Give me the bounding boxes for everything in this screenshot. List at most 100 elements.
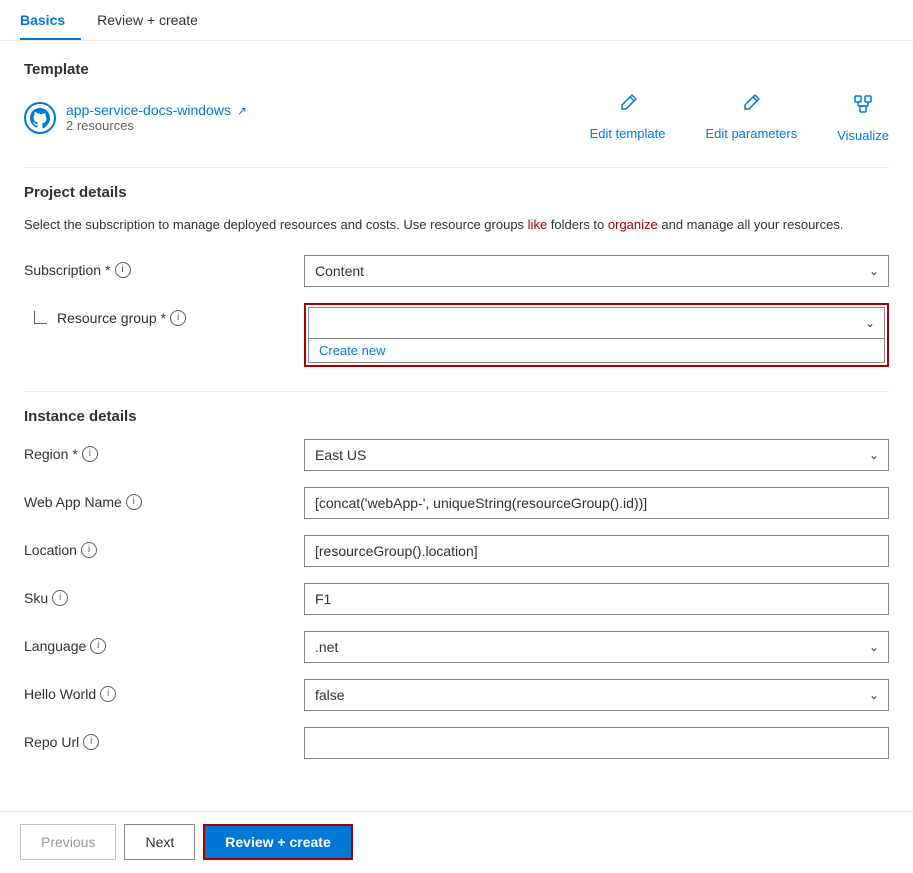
project-details-description: Select the subscription to manage deploy… xyxy=(24,215,889,235)
region-select[interactable]: East US xyxy=(304,439,889,471)
location-input[interactable] xyxy=(304,535,889,567)
region-control: East US ⌄ xyxy=(304,439,889,471)
template-actions: Edit template Edit parameters xyxy=(590,92,889,143)
resource-group-select[interactable] xyxy=(308,307,885,339)
resource-group-inner: ⌄ Create new xyxy=(308,307,885,363)
sku-info-icon[interactable]: i xyxy=(52,590,68,606)
previous-button[interactable]: Previous xyxy=(20,824,116,860)
visualize-icon xyxy=(851,92,875,122)
repo-url-input[interactable] xyxy=(304,727,889,759)
template-title: Template xyxy=(24,61,889,78)
region-label-text: Region xyxy=(24,446,68,462)
location-info-icon[interactable]: i xyxy=(81,542,97,558)
web-app-name-label: Web App Name i xyxy=(24,487,304,510)
sku-input-wrapper xyxy=(304,583,889,615)
template-section: Template app-service-docs-windows ↗ 2 re… xyxy=(24,61,889,143)
edit-parameters-button[interactable]: Edit parameters xyxy=(705,92,797,143)
location-label-text: Location xyxy=(24,542,77,558)
language-select-wrapper: .net ⌄ xyxy=(304,631,889,663)
language-control: .net ⌄ xyxy=(304,631,889,663)
section-divider-2 xyxy=(24,391,889,392)
edit-parameters-icon xyxy=(740,92,762,120)
footer: Previous Next Review + create xyxy=(0,811,913,872)
hello-world-select[interactable]: false true xyxy=(304,679,889,711)
sku-input[interactable] xyxy=(304,583,889,615)
region-required: * xyxy=(72,446,77,462)
resource-group-control: ⌄ Create new xyxy=(304,303,889,367)
github-icon xyxy=(24,102,56,134)
subscription-row: Subscription * i Content ⌄ xyxy=(24,255,889,287)
language-label-text: Language xyxy=(24,638,86,654)
language-select[interactable]: .net xyxy=(304,631,889,663)
repo-url-info-icon[interactable]: i xyxy=(83,734,99,750)
web-app-name-label-text: Web App Name xyxy=(24,494,122,510)
hello-world-control: false true ⌄ xyxy=(304,679,889,711)
web-app-name-control xyxy=(304,487,889,519)
location-row: Location i xyxy=(24,535,889,567)
sku-control xyxy=(304,583,889,615)
visualize-label: Visualize xyxy=(837,128,889,143)
highlight-organize: organize xyxy=(608,217,658,232)
language-row: Language i .net ⌄ xyxy=(24,631,889,663)
region-info-icon[interactable]: i xyxy=(82,446,98,462)
template-row: app-service-docs-windows ↗ 2 resources xyxy=(24,92,889,143)
instance-details-section: Instance details Region * i East US ⌄ xyxy=(24,408,889,759)
subscription-select-wrapper: Content ⌄ xyxy=(304,255,889,287)
template-link[interactable]: app-service-docs-windows xyxy=(66,102,231,118)
region-label: Region * i xyxy=(24,439,304,462)
resource-group-row: Resource group * i ⌄ Cre xyxy=(24,303,889,367)
edit-template-button[interactable]: Edit template xyxy=(590,92,666,143)
language-label: Language i xyxy=(24,631,304,654)
next-button[interactable]: Next xyxy=(124,824,195,860)
resource-group-label: Resource group * i xyxy=(24,303,304,326)
resource-group-select-wrapper: ⌄ xyxy=(308,307,885,339)
external-link-icon: ↗ xyxy=(237,104,247,118)
tabs-bar: Basics Review + create xyxy=(0,0,913,41)
edit-template-icon xyxy=(617,92,639,120)
resource-group-required: * xyxy=(161,310,166,326)
subscription-required: * xyxy=(105,262,110,278)
subscription-label-text: Subscription xyxy=(24,262,101,278)
project-details-section: Project details Select the subscription … xyxy=(24,184,889,367)
repo-url-control xyxy=(304,727,889,759)
tab-basics[interactable]: Basics xyxy=(20,0,81,40)
region-select-wrapper: East US ⌄ xyxy=(304,439,889,471)
hello-world-row: Hello World i false true ⌄ xyxy=(24,679,889,711)
subscription-control: Content ⌄ xyxy=(304,255,889,287)
template-info: app-service-docs-windows ↗ 2 resources xyxy=(24,102,247,134)
review-create-button[interactable]: Review + create xyxy=(203,824,352,860)
section-divider-1 xyxy=(24,167,889,168)
region-row: Region * i East US ⌄ xyxy=(24,439,889,471)
subscription-select[interactable]: Content xyxy=(304,255,889,287)
web-app-name-input[interactable] xyxy=(304,487,889,519)
hello-world-select-wrapper: false true ⌄ xyxy=(304,679,889,711)
template-text: app-service-docs-windows ↗ 2 resources xyxy=(66,102,247,133)
highlight-like: like xyxy=(528,217,548,232)
repo-url-label-text: Repo Url xyxy=(24,734,79,750)
sku-label: Sku i xyxy=(24,583,304,606)
location-label: Location i xyxy=(24,535,304,558)
resource-group-info-icon[interactable]: i xyxy=(170,310,186,326)
sku-row: Sku i xyxy=(24,583,889,615)
subscription-label: Subscription * i xyxy=(24,255,304,278)
create-new-link[interactable]: Create new xyxy=(308,339,885,363)
hello-world-label-text: Hello World xyxy=(24,686,96,702)
subscription-info-icon[interactable]: i xyxy=(115,262,131,278)
repo-url-label: Repo Url i xyxy=(24,727,304,750)
language-info-icon[interactable]: i xyxy=(90,638,106,654)
visualize-button[interactable]: Visualize xyxy=(837,92,889,143)
instance-details-title: Instance details xyxy=(24,408,889,425)
web-app-name-input-wrapper xyxy=(304,487,889,519)
repo-url-row: Repo Url i xyxy=(24,727,889,759)
sku-label-text: Sku xyxy=(24,590,48,606)
edit-parameters-label: Edit parameters xyxy=(705,126,797,141)
location-control xyxy=(304,535,889,567)
web-app-name-info-icon[interactable]: i xyxy=(126,494,142,510)
resources-text: 2 resources xyxy=(66,118,247,133)
location-input-wrapper xyxy=(304,535,889,567)
project-details-title: Project details xyxy=(24,184,889,201)
hello-world-info-icon[interactable]: i xyxy=(100,686,116,702)
resource-group-wrapper: ⌄ Create new xyxy=(304,303,889,367)
edit-template-label: Edit template xyxy=(590,126,666,141)
tab-review-create[interactable]: Review + create xyxy=(97,0,214,40)
